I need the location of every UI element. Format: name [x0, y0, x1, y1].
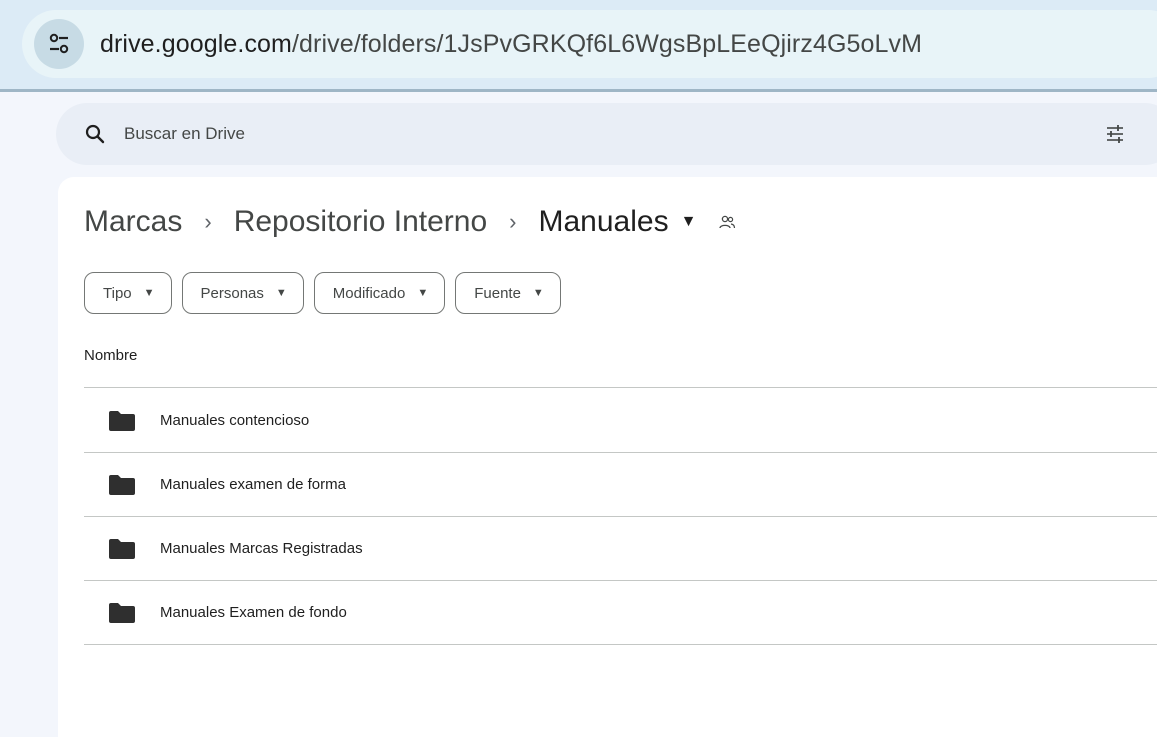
filter-chip-tipo[interactable]: Tipo ▼: [84, 272, 172, 314]
caret-down-icon: ▼: [143, 287, 155, 299]
browser-toolbar: drive.google.com/drive/folders/1JsPvGRKQ…: [0, 0, 1157, 92]
search-bar[interactable]: Buscar en Drive: [56, 103, 1157, 165]
list-item[interactable]: Manuales contencioso: [84, 389, 1157, 453]
filter-chip-fuente[interactable]: Fuente ▼: [455, 272, 561, 314]
folder-name: Manuales examen de forma: [160, 476, 346, 493]
breadcrumb-item-repositorio-interno[interactable]: Repositorio Interno: [234, 205, 487, 239]
address-bar[interactable]: drive.google.com/drive/folders/1JsPvGRKQ…: [22, 10, 1157, 78]
search-icon[interactable]: [84, 123, 106, 145]
main-content: Marcas › Repositorio Interno › Manuales …: [58, 177, 1157, 737]
filter-sliders-icon[interactable]: [1104, 123, 1126, 145]
filter-chip-personas[interactable]: Personas ▼: [181, 272, 304, 314]
breadcrumb: Marcas › Repositorio Interno › Manuales …: [84, 205, 736, 239]
filter-chip-modificado[interactable]: Modificado ▼: [313, 272, 446, 314]
column-header-name[interactable]: Nombre: [84, 347, 137, 364]
folder-name: Manuales Examen de fondo: [160, 604, 347, 621]
shared-people-icon: [718, 214, 736, 230]
chip-label: Modificado: [332, 284, 406, 302]
tune-icon: [49, 33, 69, 54]
list-item[interactable]: Manuales Marcas Registradas: [84, 517, 1157, 581]
caret-down-icon: ▼: [532, 287, 544, 299]
folder-name: Manuales Marcas Registradas: [160, 540, 363, 557]
chip-label: Personas: [200, 284, 264, 302]
site-info-button[interactable]: [34, 19, 84, 69]
folder-name: Manuales contencioso: [160, 412, 310, 429]
header-divider: [84, 387, 1157, 388]
breadcrumb-separator: ›: [204, 209, 212, 234]
caret-down-icon: ▼: [417, 287, 429, 299]
folder-icon: [108, 410, 136, 432]
chip-label: Fuente: [474, 284, 521, 302]
list-item[interactable]: Manuales examen de forma: [84, 453, 1157, 517]
folder-icon: [108, 602, 136, 624]
folder-icon: [108, 538, 136, 560]
folder-icon: [108, 474, 136, 496]
caret-down-icon[interactable]: ▼: [681, 213, 697, 231]
caret-down-icon: ▼: [275, 287, 287, 299]
list-item[interactable]: Manuales Examen de fondo: [84, 581, 1157, 645]
search-input[interactable]: Buscar en Drive: [124, 124, 245, 144]
url-path: /drive/folders/1JsPvGRKQf6L6WgsBpLEeQjir…: [291, 29, 923, 58]
filter-chips: Tipo ▼ Personas ▼ Modificado ▼ Fuente ▼: [84, 272, 561, 314]
file-list: Manuales contencioso Manuales examen de …: [84, 389, 1157, 645]
url-text[interactable]: drive.google.com/drive/folders/1JsPvGRKQ…: [100, 30, 922, 59]
breadcrumb-separator: ›: [509, 209, 517, 234]
drive-app: Buscar en Drive Marcas › Repositorio Int…: [0, 95, 1157, 737]
breadcrumb-current-folder[interactable]: Manuales: [539, 205, 669, 239]
chip-label: Tipo: [103, 284, 132, 302]
breadcrumb-item-marcas[interactable]: Marcas: [84, 205, 182, 239]
url-host: drive.google.com: [100, 29, 292, 58]
